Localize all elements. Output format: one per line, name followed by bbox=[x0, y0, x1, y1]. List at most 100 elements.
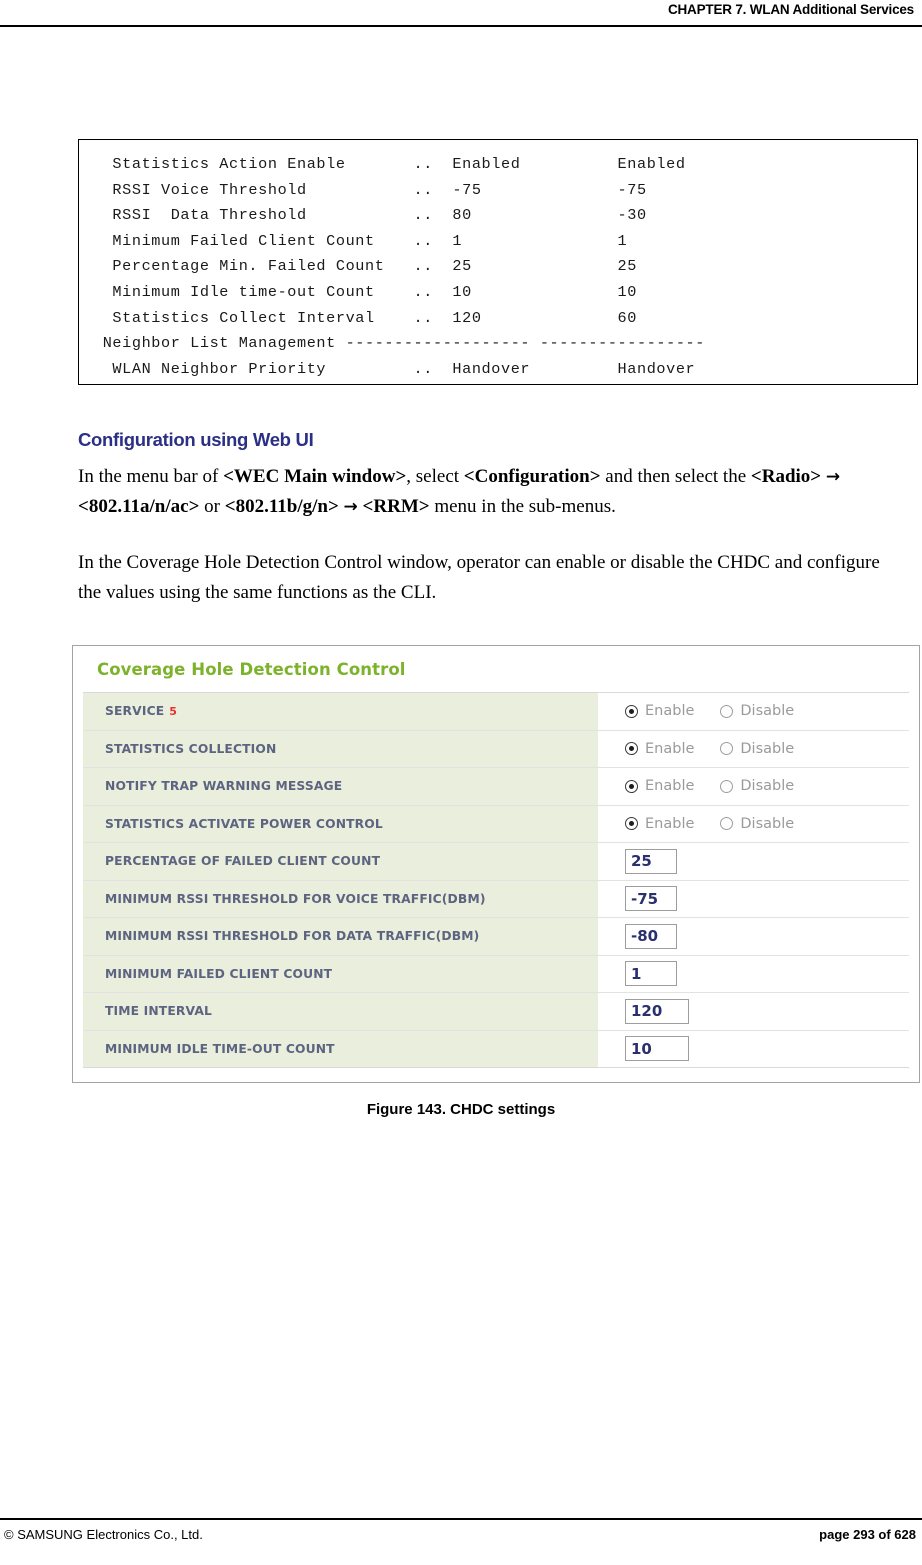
radio-option-label: Disable bbox=[740, 703, 795, 720]
menu-text-3: and then select the bbox=[600, 466, 751, 487]
radio-option-disable[interactable]: Disable bbox=[720, 741, 794, 757]
cli-line: Minimum Idle time-out Count .. 10 10 bbox=[93, 282, 637, 301]
setting-text-input[interactable]: 120 bbox=[625, 998, 689, 1024]
figure-caption: Figure 143. CHDC settings bbox=[366, 1101, 556, 1118]
radio-option-label: Enable bbox=[645, 815, 695, 832]
setting-text-input[interactable]: -75 bbox=[625, 886, 677, 912]
setting-value: Enable Disable bbox=[599, 805, 909, 842]
setting-text-input[interactable]: 25 bbox=[625, 848, 677, 874]
settings-row: MINIMUM FAILED CLIENT COUNT 1 bbox=[83, 955, 909, 993]
setting-input-value: 1 bbox=[631, 964, 642, 983]
setting-value: 10 bbox=[599, 1030, 909, 1067]
radio-button-disable-icon[interactable] bbox=[720, 779, 734, 793]
chdc-description-paragraph: In the Coverage Hole Detection Control w… bbox=[78, 552, 880, 603]
chapter-title: CHAPTER 7. WLAN Additional Services bbox=[667, 2, 914, 17]
settings-row: NOTIFY TRAP WARNING MESSAGE Enable Disable bbox=[83, 768, 909, 806]
setting-label-text: TIME INTERVAL bbox=[105, 1004, 212, 1019]
radio-option-label: Disable bbox=[740, 815, 795, 832]
setting-text-input[interactable]: 10 bbox=[625, 1036, 689, 1062]
setting-input-value: -75 bbox=[631, 889, 659, 908]
radio-option-label: Enable bbox=[645, 778, 695, 795]
section-heading: Configuration using Web UI bbox=[78, 429, 314, 450]
menu-ref-configuration: <Configuration> bbox=[463, 466, 601, 487]
setting-value: 1 bbox=[599, 955, 909, 992]
radio-option-enable[interactable]: Enable bbox=[625, 703, 694, 719]
radio-option-disable[interactable]: Disable bbox=[720, 703, 794, 719]
setting-label-text: MINIMUM RSSI THRESHOLD FOR VOICE TRAFFIC… bbox=[105, 891, 486, 906]
cli-line: Neighbor List Management ---------------… bbox=[93, 334, 705, 353]
setting-label-text: SERVICE bbox=[105, 704, 165, 719]
radio-button-disable-icon[interactable] bbox=[720, 742, 734, 756]
radio-option-enable[interactable]: Enable bbox=[625, 816, 694, 832]
menu-ref-80211bgn: <802.11b/g/n> bbox=[224, 496, 339, 517]
arrow-right-icon-1: → bbox=[825, 467, 841, 487]
setting-value: 120 bbox=[599, 993, 909, 1030]
radio-group: Enable Disable bbox=[625, 741, 820, 757]
setting-value: -75 bbox=[599, 880, 909, 917]
radio-option-label: Disable bbox=[740, 778, 795, 795]
settings-row: STATISTICS COLLECTION Enable Disable bbox=[83, 730, 909, 768]
radio-button-enable-icon[interactable] bbox=[625, 779, 638, 793]
cli-line: Percentage Min. Failed Count .. 25 25 bbox=[93, 257, 637, 276]
setting-label: STATISTICS ACTIVATE POWER CONTROL bbox=[83, 805, 599, 842]
radio-button-enable-icon[interactable] bbox=[625, 817, 638, 831]
cli-line: WLAN Neighbor Priority .. Handover Hando… bbox=[93, 359, 696, 378]
setting-input-value: 25 bbox=[631, 852, 652, 871]
radio-button-enable-icon[interactable] bbox=[625, 742, 638, 756]
setting-label: MINIMUM FAILED CLIENT COUNT bbox=[83, 955, 599, 992]
radio-option-enable[interactable]: Enable bbox=[625, 741, 694, 757]
setting-label: MINIMUM RSSI THRESHOLD FOR VOICE TRAFFIC… bbox=[83, 880, 599, 917]
setting-label-text: PERCENTAGE OF FAILED CLIENT COUNT bbox=[105, 854, 381, 869]
radio-option-label: Enable bbox=[645, 740, 695, 757]
menu-text-1: In the menu bar of bbox=[78, 466, 224, 487]
setting-value: Enable Disable bbox=[599, 768, 909, 805]
menu-ref-radio: <Radio> bbox=[750, 466, 822, 487]
setting-label-text: MINIMUM RSSI THRESHOLD FOR DATA TRAFFIC(… bbox=[105, 929, 480, 944]
settings-row: TIME INTERVAL 120 bbox=[83, 993, 909, 1031]
menu-instruction-paragraph: In the menu bar of <WEC Main window>, se… bbox=[78, 462, 904, 522]
coverage-hole-detection-control-panel: Coverage Hole Detection Control SERVICE 5… bbox=[72, 645, 920, 1083]
setting-input-value: 10 bbox=[631, 1039, 652, 1058]
radio-group: Enable Disable bbox=[625, 816, 820, 832]
settings-row: PERCENTAGE OF FAILED CLIENT COUNT 25 bbox=[83, 843, 909, 881]
radio-button-enable-icon[interactable] bbox=[625, 704, 638, 718]
radio-button-disable-icon[interactable] bbox=[720, 704, 734, 718]
header-divider bbox=[0, 25, 922, 27]
setting-label-text: MINIMUM IDLE TIME-OUT COUNT bbox=[105, 1041, 335, 1056]
setting-label: STATISTICS COLLECTION bbox=[83, 730, 599, 767]
setting-label: TIME INTERVAL bbox=[83, 993, 599, 1030]
radio-option-disable[interactable]: Disable bbox=[720, 816, 794, 832]
setting-label-text: STATISTICS COLLECTION bbox=[105, 741, 277, 756]
footer-divider bbox=[0, 1518, 922, 1520]
footer-copyright: © SAMSUNG Electronics Co., Ltd. bbox=[4, 1527, 203, 1542]
radio-button-disable-icon[interactable] bbox=[720, 817, 734, 831]
setting-text-input[interactable]: 1 bbox=[625, 961, 677, 987]
cli-line: RSSI Voice Threshold .. -75 -75 bbox=[93, 180, 647, 199]
setting-value: -80 bbox=[599, 918, 909, 955]
footer-page-number: page 293 of 628 bbox=[819, 1527, 916, 1542]
setting-value: 25 bbox=[599, 843, 909, 880]
setting-value: Enable Disable bbox=[599, 730, 909, 767]
setting-label: PERCENTAGE OF FAILED CLIENT COUNT bbox=[83, 843, 599, 880]
cli-line: Minimum Failed Client Count .. 1 1 bbox=[93, 231, 628, 250]
radio-option-enable[interactable]: Enable bbox=[625, 778, 694, 794]
setting-label-text: NOTIFY TRAP WARNING MESSAGE bbox=[105, 779, 343, 794]
settings-row: SERVICE 5 Enable Disable bbox=[83, 693, 909, 731]
radio-option-disable[interactable]: Disable bbox=[720, 778, 794, 794]
arrow-right-icon-2: → bbox=[343, 497, 358, 517]
menu-ref-rrm: <RRM> bbox=[362, 496, 430, 517]
cli-line: Statistics Collect Interval .. 120 60 bbox=[93, 308, 637, 327]
setting-label: SERVICE 5 bbox=[83, 693, 599, 730]
cli-line: RSSI Data Threshold .. 80 -30 bbox=[93, 206, 647, 225]
footnote-marker: 5 bbox=[169, 704, 178, 718]
page-header: CHAPTER 7. WLAN Additional Services bbox=[0, 0, 922, 30]
radio-option-label: Enable bbox=[645, 703, 695, 720]
menu-text-2: , select bbox=[406, 466, 464, 487]
menu-ref-80211anac: <802.11a/n/ac> bbox=[78, 496, 200, 517]
setting-text-input[interactable]: -80 bbox=[625, 923, 677, 949]
setting-label-text: MINIMUM FAILED CLIENT COUNT bbox=[105, 966, 333, 981]
cli-output-lines: Statistics Action Enable .. Enabled Enab… bbox=[79, 140, 917, 382]
menu-text-5: menu in the sub-menus. bbox=[429, 496, 616, 517]
radio-group: Enable Disable bbox=[625, 703, 820, 719]
setting-label-text: STATISTICS ACTIVATE POWER CONTROL bbox=[105, 816, 383, 831]
